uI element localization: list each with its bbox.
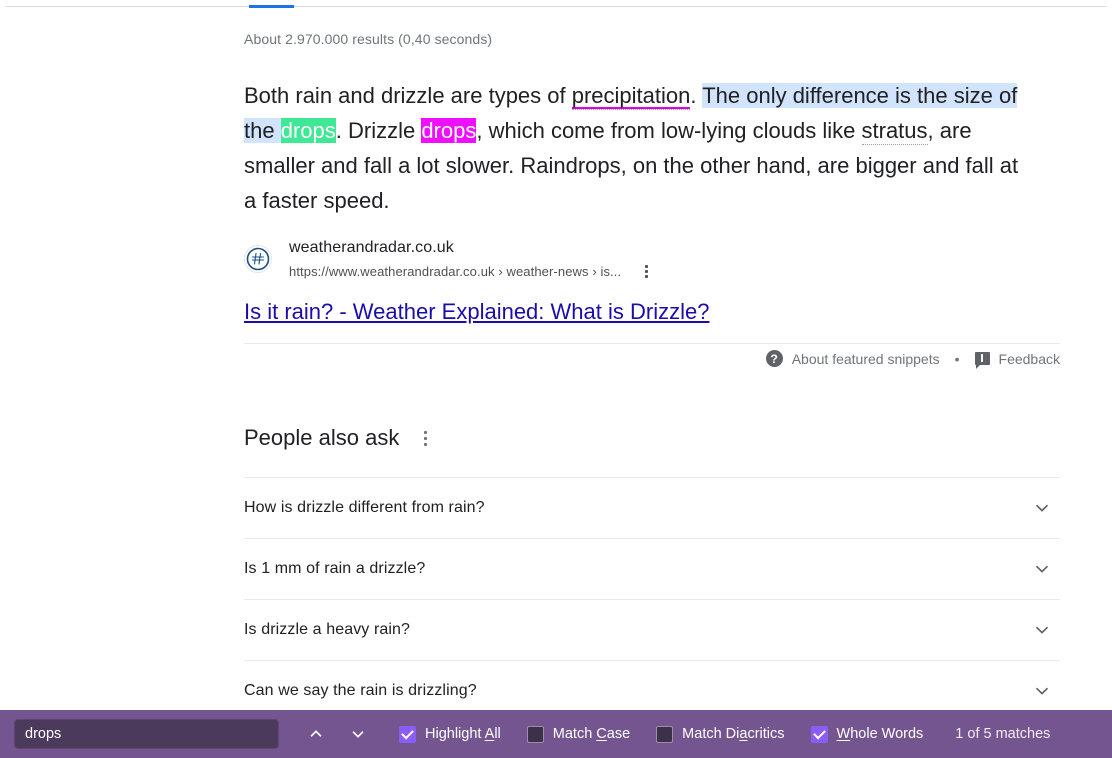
whole-words-option[interactable]: Whole Words	[810, 725, 924, 743]
feedback-link[interactable]: Feedback	[999, 351, 1060, 367]
find-previous-button[interactable]	[301, 719, 331, 749]
paa-question-text: Can we say the rain is drizzling?	[244, 682, 477, 699]
result-url: https://www.weatherandradar.co.uk › weat…	[289, 263, 622, 279]
chevron-down-icon[interactable]	[1032, 620, 1052, 640]
about-featured-snippets-link[interactable]: About featured snippets	[792, 351, 940, 367]
featured-snippet-text: Both rain and drizzle are types of preci…	[244, 78, 1036, 218]
whole-words-checkbox[interactable]	[810, 725, 828, 743]
match-case-label: Match Case	[552, 726, 631, 742]
feedback-icon	[974, 352, 990, 369]
snippet-term-stratus: stratus	[861, 118, 928, 145]
match-diacritics-label: Match Diacritics	[682, 726, 785, 742]
result-title-link[interactable]: Is it rain? - Weather Explained: What is…	[244, 298, 709, 326]
people-also-ask-section: People also ask How is drizzle different…	[244, 425, 1060, 721]
find-next-button[interactable]	[343, 719, 373, 749]
snippet-term-precipitation: precipitation	[571, 83, 691, 110]
paa-question-row[interactable]: How is drizzle different from rain?	[244, 477, 1060, 538]
help-question-icon: ?	[765, 350, 783, 367]
source-meta: weatherandradar.co.uk https://www.weathe…	[289, 240, 655, 280]
snippet-source[interactable]: weatherandradar.co.uk https://www.weathe…	[244, 240, 655, 280]
match-case-option[interactable]: Match Case	[526, 725, 631, 743]
match-diacritics-option[interactable]: Match Diacritics	[656, 725, 785, 743]
browser-page: About 2.970.000 results (0,40 seconds) B…	[0, 0, 1112, 758]
chevron-down-icon[interactable]	[1032, 498, 1052, 518]
snippet-seg-3: .	[690, 83, 703, 108]
snippet-footer: ? About featured snippets • Feedback	[765, 350, 1060, 369]
result-stats: About 2.970.000 results (0,40 seconds)	[244, 31, 493, 47]
highlight-all-option[interactable]: Highlight All	[399, 725, 501, 743]
chevron-down-icon[interactable]	[1032, 681, 1052, 701]
result-options-kebab-icon[interactable]	[637, 262, 655, 280]
paa-question-text: Is drizzle a heavy rain?	[244, 621, 411, 638]
paa-header: People also ask	[244, 425, 1060, 457]
match-case-checkbox[interactable]	[526, 725, 544, 743]
snippet-seg-6: . Drizzle	[335, 118, 422, 143]
footer-separator: •	[954, 350, 960, 367]
match-diacritics-checkbox[interactable]	[656, 725, 674, 743]
tab-strip	[5, 4, 1107, 8]
site-name: weatherandradar.co.uk	[289, 239, 454, 256]
paa-question-text: Is 1 mm of rain a drizzle?	[244, 560, 426, 577]
highlight-all-label: Highlight All	[425, 726, 501, 742]
paa-options-kebab-icon[interactable]	[416, 428, 434, 448]
highlight-all-checkbox[interactable]	[399, 725, 416, 743]
snippet-seg-8: , which come from low-lying clouds like	[476, 118, 862, 143]
paa-question-row[interactable]: Is drizzle a heavy rain?	[244, 599, 1060, 660]
find-match-current: drops	[280, 118, 336, 143]
paa-question-row[interactable]: Is 1 mm of rain a drizzle?	[244, 538, 1060, 599]
find-input[interactable]	[14, 719, 279, 749]
url-row: https://www.weatherandradar.co.uk › weat…	[289, 262, 655, 280]
find-in-page-bar: Highlight All Match Case Match Diacritic…	[0, 710, 1112, 758]
featured-snippet: Both rain and drizzle are types of preci…	[244, 78, 1036, 218]
snippet-seg-1: Both rain and drizzle are types of	[244, 83, 572, 108]
find-match-highlight: drops	[421, 118, 477, 143]
site-favicon-icon	[244, 245, 272, 273]
paa-list: How is drizzle different from rain? Is 1…	[244, 477, 1060, 721]
active-tab-indicator	[249, 5, 294, 8]
snippet-divider	[244, 343, 1060, 344]
paa-question-text: How is drizzle different from rain?	[244, 499, 485, 516]
match-count-status: 1 of 5 matches	[955, 726, 1051, 742]
paa-title: People also ask	[244, 425, 400, 450]
chevron-down-icon[interactable]	[1032, 559, 1052, 579]
whole-words-label: Whole Words	[836, 726, 924, 742]
